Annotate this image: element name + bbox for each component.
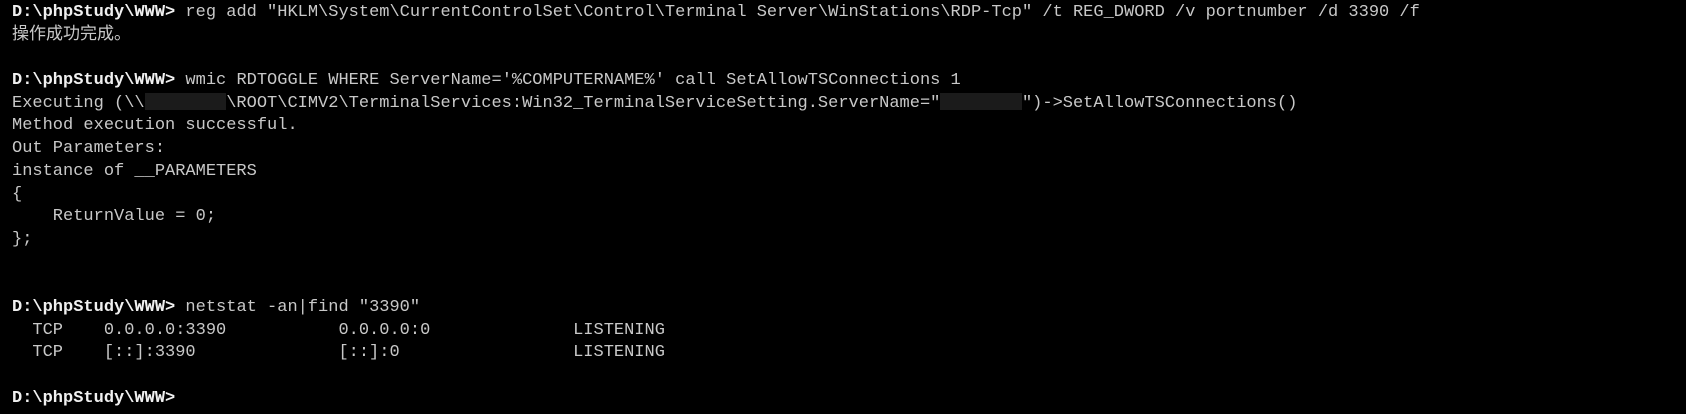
terminal-line-9: { bbox=[12, 184, 1678, 207]
output-out-parameters: Out Parameters: bbox=[12, 139, 166, 159]
redacted-computer-name bbox=[144, 92, 227, 110]
output-brace-open: { bbox=[12, 184, 23, 204]
prompt: D:\phpStudy\WWW> bbox=[12, 71, 176, 91]
terminal-line-10: ReturnValue = 0; bbox=[12, 206, 1678, 229]
command-wmic: wmic RDTOGGLE WHERE ServerName='%COMPUTE… bbox=[175, 71, 961, 91]
prompt: D:\phpStudy\WWW> bbox=[12, 297, 176, 317]
prompt: D:\phpStudy\WWW> bbox=[12, 388, 176, 408]
terminal-line-7: Out Parameters: bbox=[12, 138, 1678, 161]
redacted-server-name bbox=[940, 92, 1022, 110]
output-return-value: ReturnValue = 0; bbox=[12, 207, 217, 227]
netstat-row-ipv6: TCP [::]:3390 [::]:0 LISTENING bbox=[12, 343, 665, 363]
prompt: D:\phpStudy\WWW> bbox=[12, 3, 176, 22]
terminal-line-16: TCP [::]:3390 [::]:0 LISTENING bbox=[12, 342, 1678, 365]
terminal-line-6: Method execution successful. bbox=[12, 115, 1678, 138]
command-netstat: netstat -an|find "3390" bbox=[175, 297, 421, 317]
output-method-success: Method execution successful. bbox=[12, 116, 298, 136]
terminal-line-11: }; bbox=[12, 229, 1678, 252]
output-executing-prefix: Executing (\\ bbox=[12, 93, 145, 113]
terminal-line-5: Executing (\\ \ROOT\CIMV2\TerminalService… bbox=[12, 92, 1678, 116]
netstat-row-ipv4: TCP 0.0.0.0:3390 0.0.0.0:0 LISTENING bbox=[12, 320, 665, 340]
terminal-line-2: 操作成功完成。 bbox=[12, 25, 1678, 48]
window-border bbox=[1686, 0, 1690, 414]
output-executing-middle: \ROOT\CIMV2\TerminalServices:Win32_Termi… bbox=[226, 93, 941, 113]
terminal-line-8: instance of __PARAMETERS bbox=[12, 161, 1678, 184]
output-reg-success: 操作成功完成。 bbox=[12, 25, 131, 45]
terminal-line-4: D:\phpStudy\WWW> wmic RDTOGGLE WHERE Ser… bbox=[12, 70, 1678, 93]
output-executing-suffix: ")->SetAllowTSConnections() bbox=[1021, 93, 1298, 113]
command-reg-add: reg add "HKLM\System\CurrentControlSet\C… bbox=[175, 3, 1420, 22]
terminal-window[interactable]: D:\phpStudy\WWW> reg add "HKLM\System\Cu… bbox=[0, 0, 1690, 414]
terminal-line-18[interactable]: D:\phpStudy\WWW> bbox=[12, 388, 1678, 411]
terminal-line-15: TCP 0.0.0.0:3390 0.0.0.0:0 LISTENING bbox=[12, 320, 1678, 343]
output-instance-of: instance of __PARAMETERS bbox=[12, 161, 257, 181]
terminal-line-14: D:\phpStudy\WWW> netstat -an|find "3390" bbox=[12, 297, 1678, 320]
terminal-line-1: D:\phpStudy\WWW> reg add "HKLM\System\Cu… bbox=[12, 2, 1678, 25]
output-brace-close: }; bbox=[12, 229, 33, 249]
